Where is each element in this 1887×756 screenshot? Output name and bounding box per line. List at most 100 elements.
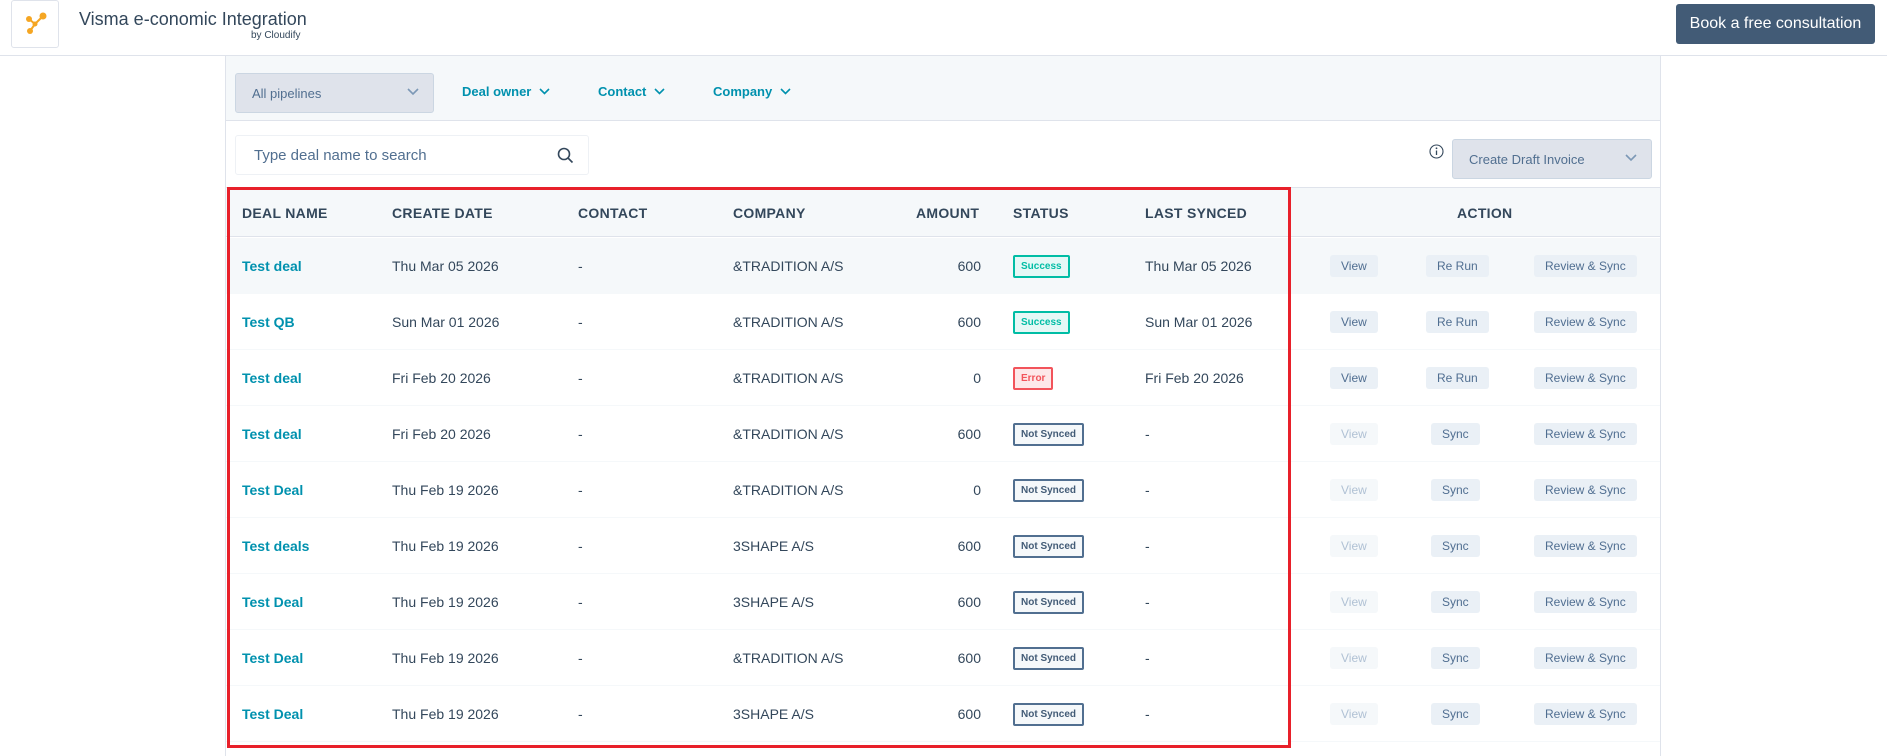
table-row: Test Deal Thu Feb 19 2026 - 3SHAPE A/S 600 No… [226,686,1660,742]
table-row: Test Deal Thu Feb 19 2026 - &TRADITION A/S 6… [226,630,1660,686]
book-consultation-button[interactable]: Book a free consultation [1676,4,1875,44]
review-and-sync-button[interactable]: Review & Sync [1534,647,1637,669]
review-and-sync-button[interactable]: Review & Sync [1534,311,1637,333]
deal-name-link[interactable]: Test deals [242,538,309,554]
sync-button[interactable]: Sync [1431,535,1480,557]
sync-button[interactable]: Sync [1431,591,1480,613]
view-button[interactable]: View [1330,647,1378,669]
company-value: 3SHAPE A/S [733,706,814,722]
deal-name-link[interactable]: Test deal [242,370,302,386]
pipeline-select-label: All pipelines [252,86,322,101]
re-run-button[interactable]: Re Run [1426,367,1489,389]
view-button[interactable]: View [1330,703,1378,725]
company-value: &TRADITION A/S [733,258,844,274]
create-draft-invoice-select[interactable]: Create Draft Invoice [1452,139,1652,179]
info-icon[interactable] [1429,144,1444,159]
amount-value: 0 [973,482,981,498]
create-date: Fri Feb 20 2026 [392,426,491,442]
status-badge: Not Synced [1013,479,1085,502]
amount-value: 600 [957,538,981,554]
re-run-button[interactable]: Re Run [1426,311,1489,333]
review-and-sync-button[interactable]: Review & Sync [1534,367,1637,389]
company-filter-label: Company [713,84,773,99]
app-title: Visma e-conomic Integration [79,9,307,29]
last-synced: - [1145,706,1150,722]
company-filter[interactable]: Company [713,84,791,99]
view-button[interactable]: View [1330,479,1378,501]
contact-value: - [578,594,583,610]
review-and-sync-button[interactable]: Review & Sync [1534,535,1637,557]
review-and-sync-button[interactable]: Review & Sync [1534,423,1637,445]
deal-name-link[interactable]: Test deal [242,258,302,274]
cloudify-logo-icon [26,12,47,34]
deal-owner-filter-label: Deal owner [462,84,532,99]
review-and-sync-button[interactable]: Review & Sync [1534,591,1637,613]
company-value: &TRADITION A/S [733,314,844,330]
status-badge: Success [1013,255,1070,278]
column-header-action: ACTION [1457,205,1513,221]
deal-search-input[interactable] [236,136,536,174]
sync-button[interactable]: Sync [1431,423,1480,445]
column-header-amount[interactable]: AMOUNT [916,205,979,221]
view-button[interactable]: View [1330,255,1378,277]
deal-name-link[interactable]: Test Deal [242,650,303,666]
status-badge: Not Synced [1013,591,1085,614]
company-value: 3SHAPE A/S [733,594,814,610]
contact-value: - [578,370,583,386]
review-and-sync-button[interactable]: Review & Sync [1534,479,1637,501]
status-badge: Success [1013,311,1070,334]
contact-value: - [578,650,583,666]
deal-search [235,135,589,175]
deals-panel: All pipelines Deal owner Contact Company… [225,56,1661,756]
create-date: Thu Feb 19 2026 [392,482,499,498]
column-header-deal-name[interactable]: DEAL NAME [242,205,328,221]
view-button[interactable]: View [1330,311,1378,333]
deal-name-link[interactable]: Test Deal [242,594,303,610]
sync-button[interactable]: Sync [1431,479,1480,501]
column-header-company[interactable]: COMPANY [733,205,806,221]
review-and-sync-button[interactable]: Review & Sync [1534,703,1637,725]
table-row: Test deal Fri Feb 20 2026 - &TRADITION A/S 0… [226,350,1660,406]
search-icon[interactable] [557,147,574,164]
create-date: Thu Mar 05 2026 [392,258,499,274]
contact-value: - [578,258,583,274]
deal-name-link[interactable]: Test Deal [242,482,303,498]
deal-name-link[interactable]: Test QB [242,314,295,330]
review-and-sync-button[interactable]: Review & Sync [1534,255,1637,277]
view-button[interactable]: View [1330,367,1378,389]
view-button[interactable]: View [1330,423,1378,445]
chevron-down-icon [1625,154,1637,162]
sync-button[interactable]: Sync [1431,703,1480,725]
chevron-down-icon [407,88,419,96]
column-header-create-date[interactable]: CREATE DATE [392,205,493,221]
deal-name-link[interactable]: Test deal [242,426,302,442]
table-row: Test Deal Thu Feb 19 2026 - 3SHAPE A/S 600 No… [226,574,1660,630]
create-date: Fri Feb 20 2026 [392,370,491,386]
last-synced: Sun Mar 01 2026 [1145,314,1253,330]
company-value: &TRADITION A/S [733,370,844,386]
contact-filter[interactable]: Contact [598,84,665,99]
deal-name-link[interactable]: Test Deal [242,706,303,722]
amount-value: 600 [957,594,981,610]
chevron-down-icon [539,88,550,95]
pipeline-select[interactable]: All pipelines [235,73,434,113]
column-header-status[interactable]: STATUS [1013,205,1069,221]
status-badge: Not Synced [1013,423,1085,446]
deal-owner-filter[interactable]: Deal owner [462,84,550,99]
view-button[interactable]: View [1330,591,1378,613]
column-header-contact[interactable]: CONTACT [578,205,648,221]
column-header-last-synced[interactable]: LAST SYNCED [1145,205,1247,221]
re-run-button[interactable]: Re Run [1426,255,1489,277]
company-value: &TRADITION A/S [733,482,844,498]
sync-button[interactable]: Sync [1431,647,1480,669]
status-badge: Not Synced [1013,647,1085,670]
table-row: Test deal Thu Mar 05 2026 - &TRADITION A/S 6… [226,238,1660,294]
company-value: 3SHAPE A/S [733,538,814,554]
contact-value: - [578,482,583,498]
create-date: Thu Feb 19 2026 [392,706,499,722]
contact-value: - [578,538,583,554]
company-value: &TRADITION A/S [733,650,844,666]
chevron-down-icon [780,88,791,95]
view-button[interactable]: View [1330,535,1378,557]
chevron-down-icon [654,88,665,95]
